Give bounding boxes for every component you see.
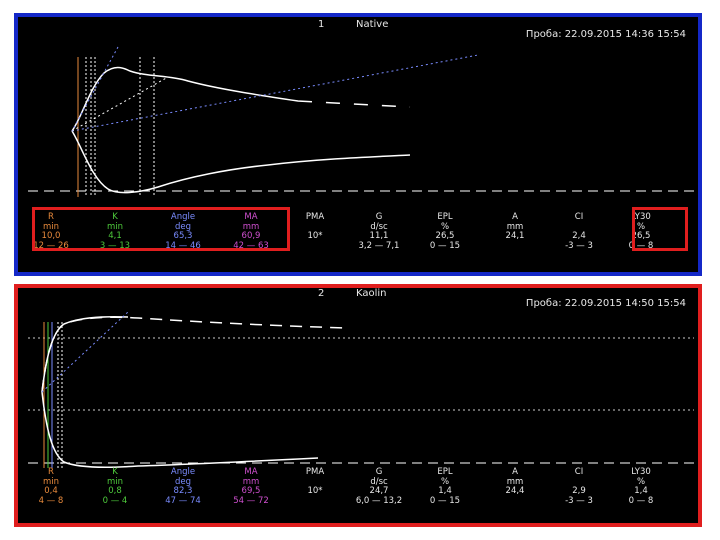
- param-ci: CI 2,9 -3 — 3: [550, 467, 608, 506]
- param-ly30: LY30% 1,4 0 — 8: [612, 467, 670, 506]
- param-g: Gd/sc 11,1 3,2 — 7,1: [350, 212, 408, 251]
- param-range: [486, 242, 544, 252]
- param-range: -3 — 3: [565, 495, 593, 506]
- param-range: 0 — 15: [429, 495, 461, 506]
- highlight-box-ly30: [632, 207, 688, 251]
- trace-lower: [41, 391, 319, 468]
- param-ci: CI 2,4 -3 — 3: [550, 212, 608, 251]
- param-r: Rmin 0,4 4 — 8: [22, 467, 80, 506]
- param-range: [286, 242, 344, 252]
- param-range: 0 — 4: [102, 495, 128, 506]
- param-a: Amm 24,1: [486, 212, 544, 252]
- param-angle: Angle deg 82,3 47 — 74: [154, 467, 212, 506]
- tracing-panel-native: 1 Native Проба: 22.09.2015 14:36 15:54 R…: [14, 13, 702, 276]
- param-range: 54 — 72: [233, 495, 269, 506]
- param-range: [286, 497, 344, 507]
- param-g: Gd/sc 24,7 6,0 — 13,2: [350, 467, 408, 506]
- param-range: 4 — 8: [38, 495, 64, 506]
- param-range: 0 — 15: [429, 240, 461, 251]
- param-range: -3 — 3: [565, 240, 593, 251]
- tracing-panel-kaolin: 2 Kaolin Проба: 22.09.2015 14:50 15:54 R…: [14, 284, 702, 527]
- param-ma: MA mm 69,5 54 — 72: [222, 467, 280, 506]
- angle-line: [41, 311, 129, 393]
- param-pma: PMA 10*: [286, 212, 344, 252]
- param-range: 47 — 74: [165, 495, 201, 506]
- param-range: 3,2 — 7,1: [358, 240, 400, 251]
- param-epl: EPL% 1,4 0 — 15: [416, 467, 474, 506]
- trace-upper-solid: [41, 316, 129, 393]
- angle-line: [71, 54, 479, 132]
- trace-lower: [71, 130, 411, 194]
- param-range: [486, 497, 544, 507]
- param-epl: EPL% 26,5 0 — 15: [416, 212, 474, 251]
- trace-upper: [41, 316, 349, 393]
- highlight-box-rkam: [32, 207, 290, 251]
- param-pma: PMA 10*: [286, 467, 344, 507]
- param-k: Kmin 0,8 0 — 4: [86, 467, 144, 506]
- param-a: Amm 24,4: [486, 467, 544, 507]
- param-range: 0 — 8: [628, 495, 654, 506]
- param-range: 6,0 — 13,2: [355, 495, 403, 506]
